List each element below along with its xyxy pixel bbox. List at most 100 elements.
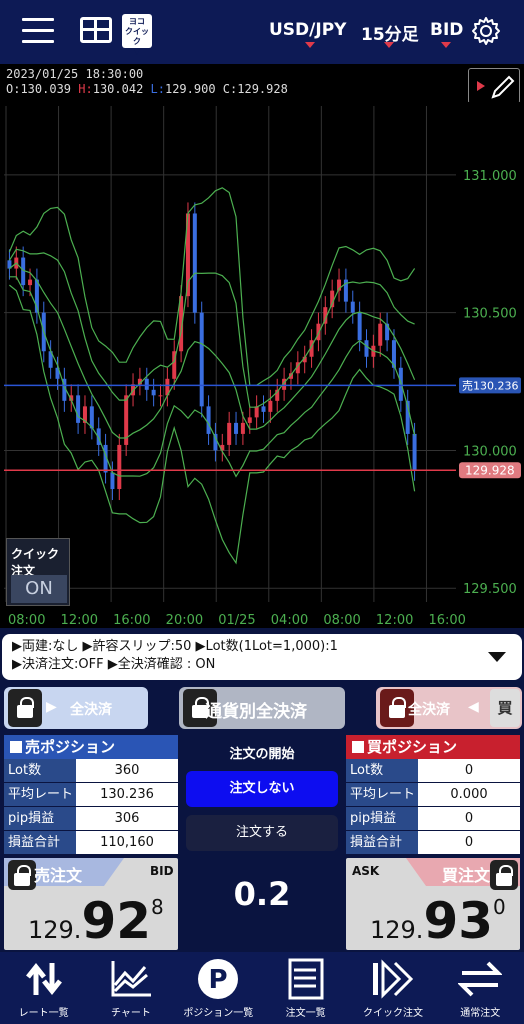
- place-order-button[interactable]: 注文する: [186, 815, 338, 851]
- table-row: Lot数 360: [4, 759, 178, 783]
- chart-datetime: 2023/01/25 18:30:00: [6, 67, 144, 81]
- candle: [364, 340, 369, 357]
- candle: [412, 433, 417, 470]
- candle: [268, 400, 273, 412]
- sell-order-button[interactable]: 売注文 BID 129.928: [4, 858, 178, 950]
- nav-chart[interactable]: チャート: [87, 952, 174, 1024]
- candle: [158, 395, 163, 397]
- chart-icon: [87, 958, 174, 1000]
- order-start-panel: 注文の開始 注文しない 注文する 0.2: [180, 735, 344, 951]
- normal-order-icon: [437, 958, 524, 1000]
- x-tick-label: 08:00: [323, 613, 360, 628]
- menu-icon[interactable]: [22, 18, 54, 44]
- candle: [110, 472, 115, 490]
- candle: [234, 422, 239, 434]
- gear-icon[interactable]: [471, 16, 501, 46]
- candle: [227, 422, 232, 445]
- order-settings-bar[interactable]: ▶両建:なし ▶許容スリップ:50 ▶Lot数(1Lot=1,000):1 ▶決…: [2, 634, 522, 680]
- table-row: 損益合計 110,160: [4, 831, 178, 855]
- no-order-button[interactable]: 注文しない: [186, 771, 338, 807]
- x-tick-label: 04:00: [271, 613, 308, 628]
- settle-all-by-currency-button[interactable]: 通貨別全決済: [179, 687, 345, 729]
- chevron-down-icon: [441, 42, 451, 48]
- ask-price: 129.930: [370, 892, 506, 950]
- rate-list-icon: [0, 958, 87, 1000]
- sell-position-panel: 売ポジション Lot数 360 平均レート 130.236 pip損益 306 損益合…: [4, 735, 178, 855]
- candle: [240, 422, 245, 434]
- nav-quick-order[interactable]: クイック注文: [349, 952, 436, 1024]
- candle: [378, 323, 383, 346]
- quick-order-toggle[interactable]: クイック注文 ON: [6, 538, 70, 606]
- y-tick-label: 131.000: [463, 169, 517, 184]
- x-tick-label: 16:00: [428, 613, 465, 628]
- candle: [151, 389, 156, 396]
- candle: [206, 406, 211, 434]
- chevron-down-icon: [305, 42, 315, 48]
- ohlc-info: 2023/01/25 18:30:00 O:130.039 H:130.042 …: [0, 64, 524, 102]
- nav-normal-order[interactable]: 通常注文: [437, 952, 524, 1024]
- lock-icon[interactable]: [8, 689, 42, 727]
- nav-position-list[interactable]: P ポジション一覧: [175, 952, 262, 1024]
- bollinger-band: [9, 284, 416, 565]
- x-tick-label: 12:00: [61, 613, 98, 628]
- nav-order-list[interactable]: 注文一覧: [262, 952, 349, 1024]
- settle-all-sell-button[interactable]: ▶ 全決済: [4, 687, 148, 729]
- x-tick-label: 20:00: [166, 613, 203, 628]
- candle: [213, 433, 218, 451]
- candle: [247, 417, 252, 423]
- lock-icon[interactable]: [490, 860, 518, 890]
- y-tick-label: 130.500: [463, 307, 517, 322]
- candle: [199, 312, 204, 407]
- price-chart[interactable]: 08:00 12:00 16:00 20:00 01/25 04:00 08:00 12:00…: [0, 102, 524, 628]
- y-tick-label: 129.500: [463, 582, 517, 597]
- x-tick-label: 08:00: [8, 613, 45, 628]
- buy-position-panel: 買ポジション Lot数 0 平均レート 0.000 pip損益 0 損益合計 0: [346, 735, 520, 855]
- table-row: 損益合計 0: [346, 831, 520, 855]
- ohlc-values: O:130.039 H:130.042 L:129.900 C:129.928: [6, 82, 288, 96]
- draw-tool-button[interactable]: [468, 68, 520, 104]
- header-bar: ヨコ クイック ▼ USD/JPY 15分足 BID: [0, 0, 524, 64]
- svg-text:P: P: [209, 965, 228, 995]
- current-price-label: 129.928: [465, 463, 515, 477]
- bottom-nav: レート一覧 チャート P ポジション一覧 注文一覧 クイック注文 通常注文: [0, 952, 524, 1024]
- table-row: pip損益 0: [346, 807, 520, 831]
- nav-rate-list[interactable]: レート一覧: [0, 952, 87, 1024]
- x-tick-label: 16:00: [113, 613, 150, 628]
- quick-order-icon: [349, 958, 436, 1000]
- quick-order-state[interactable]: ON: [11, 575, 67, 603]
- layout-icon[interactable]: [80, 17, 112, 43]
- candle: [144, 378, 149, 390]
- x-tick-label: 01/25: [218, 613, 255, 628]
- pencil-icon: [477, 75, 515, 99]
- currency-pair-selector[interactable]: USD/JPY: [269, 20, 346, 40]
- buy-position-header: 買ポジション: [346, 735, 520, 759]
- table-row: pip損益 306: [4, 807, 178, 831]
- table-row: 平均レート 0.000: [346, 783, 520, 807]
- order-list-icon: [262, 958, 349, 1000]
- price-type-selector[interactable]: BID: [430, 20, 463, 40]
- buy-order-button[interactable]: ASK 買注文 129.930: [346, 858, 520, 950]
- candle: [254, 406, 259, 418]
- candle: [357, 312, 362, 341]
- y-tick-label: 130.000: [463, 444, 517, 459]
- lot-value[interactable]: 0.2: [180, 875, 344, 913]
- table-row: 平均レート 130.236: [4, 783, 178, 807]
- x-tick-label: 12:00: [376, 613, 413, 628]
- lock-icon[interactable]: [8, 860, 36, 890]
- candle: [192, 213, 197, 313]
- position-line-label: 売130.236: [462, 379, 519, 392]
- candle: [350, 301, 355, 313]
- candlestick-chart[interactable]: 08:00 12:00 16:00 20:00 01/25 04:00 08:00 12:00…: [0, 102, 524, 628]
- candle: [28, 279, 33, 286]
- table-row: Lot数 0: [346, 759, 520, 783]
- settle-all-buy-button[interactable]: 全決済 ◀ 買: [376, 687, 522, 729]
- play-left-icon: ◀: [468, 699, 479, 715]
- sell-position-header: 売ポジション: [4, 735, 178, 759]
- horizontal-quick-icon[interactable]: ヨコ クイック ▼: [122, 14, 152, 56]
- bid-price: 129.928: [28, 892, 164, 950]
- bollinger-band: [8, 248, 415, 408]
- candle: [76, 395, 81, 423]
- position-icon: P: [175, 958, 262, 1000]
- chevron-down-icon[interactable]: [488, 652, 506, 662]
- play-icon: ▶: [46, 699, 57, 715]
